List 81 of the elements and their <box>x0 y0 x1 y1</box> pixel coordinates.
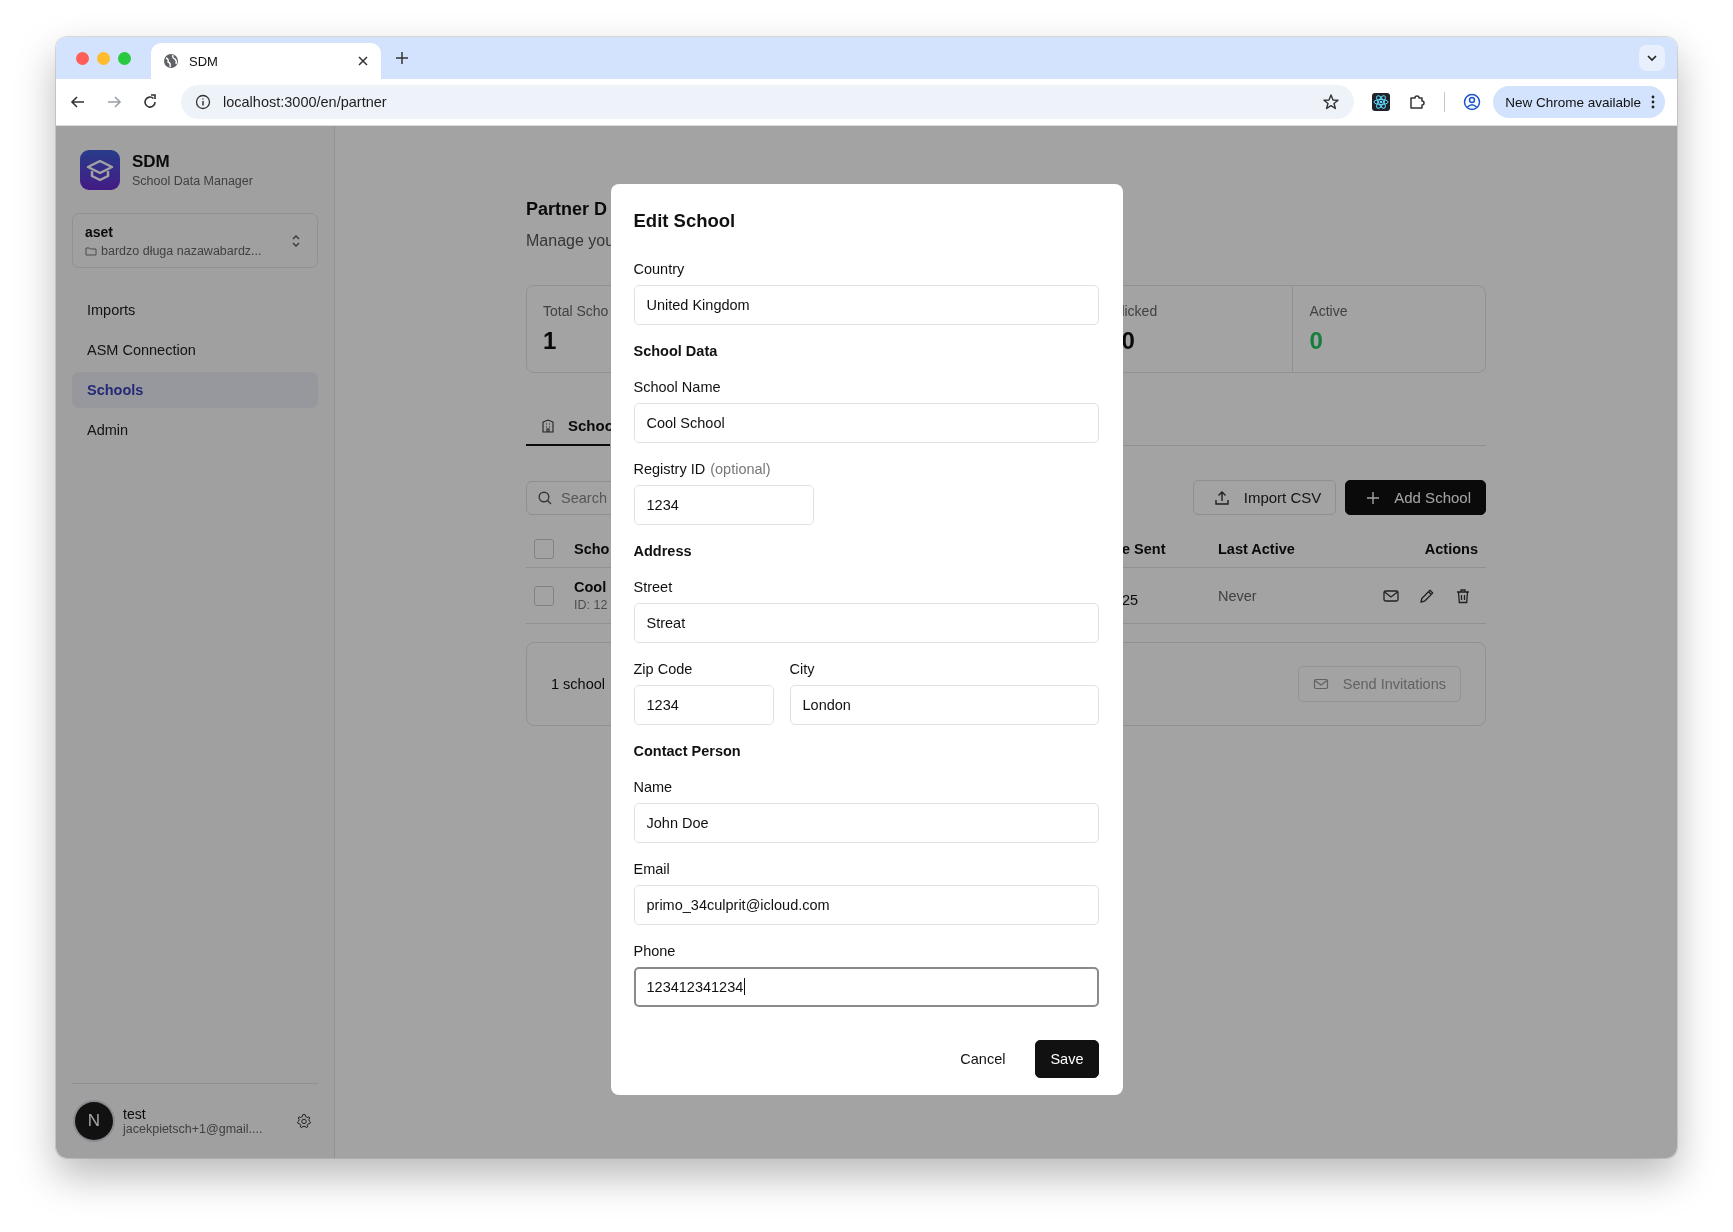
column-header: e Sent <box>1122 541 1167 557</box>
save-button[interactable]: Save <box>1035 1039 1099 1078</box>
organization-name: aset <box>85 223 115 240</box>
tab-search-button[interactable] <box>1639 45 1665 71</box>
nav-item[interactable]: Imports <box>72 292 318 328</box>
stat-value: 0 <box>1309 327 1323 355</box>
row-checkbox[interactable] <box>534 585 554 606</box>
stat-value: 0 <box>1121 327 1135 355</box>
import-button[interactable]: Import CSV <box>1192 480 1337 515</box>
app-subtitle: School Data Manager <box>132 174 253 188</box>
field-label: Street <box>633 577 673 597</box>
browser-tab[interactable]: SDM <box>151 43 381 79</box>
dialog-title: Edit School <box>633 208 737 233</box>
trash-icon[interactable] <box>1454 586 1472 605</box>
nav-item[interactable]: Schools <box>72 372 318 408</box>
input-field[interactable]: primo_34culprit@icloud.com <box>633 884 1099 925</box>
atom-icon[interactable] <box>1372 93 1391 111</box>
section-heading: Address <box>633 541 693 561</box>
input-field[interactable]: United Kingdom <box>633 284 1099 325</box>
input-field[interactable]: John Doe <box>633 802 1099 843</box>
mail-icon <box>1312 676 1329 692</box>
stat-label: Active <box>1309 303 1348 319</box>
section-heading: Contact Person <box>633 741 742 761</box>
nav-item[interactable]: Admin <box>72 412 318 448</box>
graduation-cap-logo-icon <box>80 150 120 190</box>
settings-icon[interactable] <box>296 1113 312 1129</box>
field-label: School Name <box>633 377 721 397</box>
star-icon[interactable] <box>1322 93 1341 111</box>
page-title: Partner D <box>526 199 609 220</box>
upload-icon <box>1213 489 1230 506</box>
field-label: Name <box>633 777 673 797</box>
puzzle-icon[interactable] <box>1408 93 1427 111</box>
stat-label: Total Scho <box>543 303 609 319</box>
plus-icon <box>1366 490 1381 505</box>
folder-name: bardzo długa nazawabardz... <box>101 243 262 258</box>
profile-icon[interactable] <box>1463 93 1482 111</box>
user-avatar[interactable]: N <box>75 1102 113 1140</box>
tab-title: SDM <box>189 53 219 69</box>
section-heading: School Data <box>633 341 719 361</box>
field-hint: (optional) <box>710 459 771 479</box>
school-id: ID: 12 <box>574 598 608 612</box>
input-field[interactable]: 1234 <box>633 684 774 725</box>
user-name: test <box>123 1106 147 1122</box>
input-field[interactable]: 1234 <box>633 484 814 525</box>
kebab-menu-icon[interactable] <box>1651 95 1655 109</box>
field-label: Zip Code <box>633 659 694 679</box>
nav-item[interactable]: ASM Connection <box>72 332 318 368</box>
table-cell-text: Never <box>1218 587 1258 604</box>
stat-value: 1 <box>543 327 557 355</box>
add-button[interactable]: Add School <box>1345 480 1486 515</box>
table-cell-text: 25 <box>1122 592 1140 608</box>
input-field[interactable]: Streat <box>633 602 1099 643</box>
user-email: jacekpietsch+1@gmail.... <box>123 1122 264 1136</box>
update-button[interactable]: New Chrome available <box>1493 86 1665 118</box>
folder-icon <box>85 244 97 257</box>
reload-icon[interactable] <box>141 93 159 111</box>
school-name: Cool <box>574 579 608 595</box>
organization-selector[interactable]: aset bardzo długa nazawabardz... <box>72 213 318 268</box>
plus-icon[interactable] <box>395 51 409 65</box>
url-text: localhost:3000/en/partner <box>223 94 387 110</box>
field-label: Phone <box>633 941 676 961</box>
field-label: City <box>789 659 816 679</box>
input-field[interactable]: 123412341234 <box>633 966 1099 1007</box>
app-name: SDM <box>132 152 171 172</box>
field-label: Registry ID <box>633 459 706 479</box>
address-bar[interactable]: localhost:3000/en/partner <box>181 85 1355 119</box>
info-icon[interactable] <box>195 94 211 110</box>
select-all-checkbox[interactable] <box>534 539 554 559</box>
field-label: Email <box>633 859 670 879</box>
selection-count: 1 school <box>551 676 605 692</box>
close-icon[interactable] <box>357 55 369 67</box>
field-label: Country <box>633 259 685 279</box>
search-icon <box>537 489 553 506</box>
column-header: Scho <box>574 541 610 557</box>
input-field[interactable]: Cool School <box>633 402 1099 443</box>
chevron-down-icon <box>1646 52 1658 64</box>
input-field[interactable]: London <box>789 684 1099 725</box>
column-header: Actions <box>1423 541 1479 557</box>
column-header: Last Active <box>1218 541 1296 557</box>
globe-icon <box>163 53 179 69</box>
building-icon <box>540 417 556 434</box>
